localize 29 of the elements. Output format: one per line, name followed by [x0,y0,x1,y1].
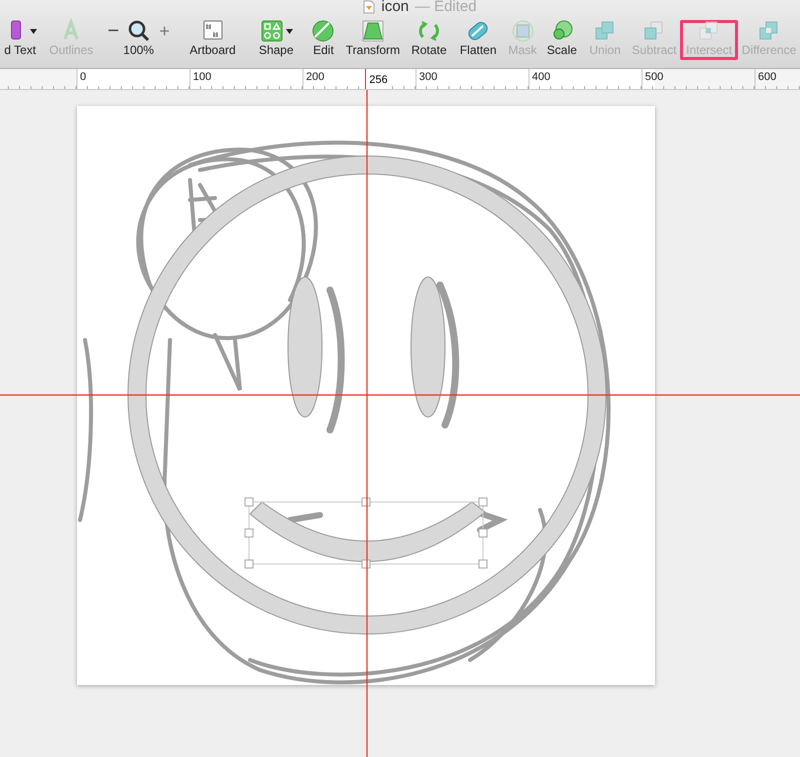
zoom-level: 100% [123,43,154,57]
edit-shape-icon [311,19,336,43]
rotate-tool-button[interactable]: Rotate [404,14,454,62]
transform-tool-button[interactable]: Transform [340,14,405,62]
rotate-icon [416,19,441,43]
ruler-label: 400 [532,71,550,83]
magnifier-icon [127,19,152,43]
zoom-out-button[interactable]: − [108,20,120,42]
selection-box[interactable] [244,498,488,568]
flatten-tool-button[interactable]: Flatten [453,14,504,62]
ruler-label: 500 [645,71,664,83]
mask-icon [510,19,535,43]
vertical-guide-line[interactable] [366,90,368,757]
artboard-tool-button[interactable]: Artboard [178,14,246,62]
shapes-icon [260,19,284,43]
edited-status: — Edited [414,0,477,14]
ruler-label: 600 [758,71,776,83]
edit-tool-button[interactable]: Edit [306,14,341,62]
text-tool-button[interactable]: d Text [0,14,44,62]
ruler-label: 256 [365,69,388,89]
scale-tool-button[interactable]: Scale [542,14,582,62]
ruler-label: 0 [80,71,86,83]
trapezoid-icon [360,19,385,43]
horizontal-guide-line[interactable] [0,394,800,396]
shape-tool-button[interactable]: Shape [246,14,306,62]
ruler-label: 100 [193,71,212,83]
ruler-label: 200 [306,71,324,83]
ruler-label: 300 [419,71,438,83]
window-title: icon [381,0,409,14]
